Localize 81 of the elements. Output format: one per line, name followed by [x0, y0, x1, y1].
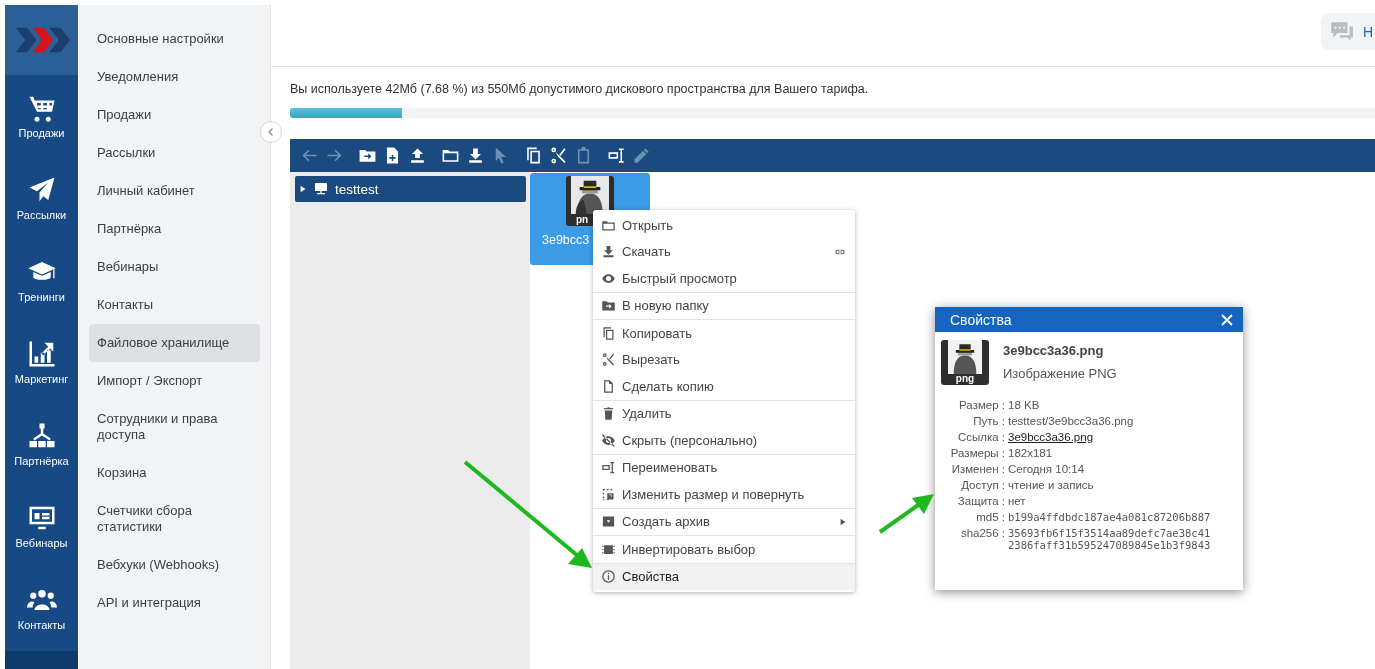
- download-icon: [601, 244, 616, 260]
- file-type: Изображение PNG: [1003, 366, 1117, 381]
- settings-menu-item[interactable]: Импорт / Экспорт: [89, 362, 260, 400]
- property-value: 35693fb6f15f3514aa89defc7ae38c412386faff31b595247089845e1b3f9843: [1008, 527, 1211, 551]
- upload-icon[interactable]: [408, 146, 427, 165]
- context-menu-item[interactable]: Быстрый просмотр: [593, 265, 855, 292]
- settings-menu-item[interactable]: Продажи: [89, 96, 260, 134]
- rail-item[interactable]: Рассылки: [5, 157, 78, 239]
- context-menu-item[interactable]: Изменить размер и повернуть: [593, 481, 855, 508]
- context-menu-item[interactable]: Копировать: [593, 320, 855, 347]
- file-name: 3e9bcc3: [542, 233, 590, 247]
- rail-item[interactable]: Партнёрка: [5, 403, 78, 485]
- rail-item[interactable]: Контакты: [5, 567, 78, 649]
- info-icon: [601, 569, 616, 585]
- context-menu-item[interactable]: Инвертировать выбор: [593, 536, 855, 563]
- document-icon: [601, 378, 616, 394]
- settings-menu-item[interactable]: Вебинары: [89, 248, 260, 286]
- context-menu-item[interactable]: Скрыть (персонально): [593, 427, 855, 454]
- rename-icon: [601, 460, 616, 476]
- download-icon[interactable]: [466, 146, 485, 165]
- context-menu-item[interactable]: Сделать копию: [593, 373, 855, 400]
- settings-menu-item[interactable]: Вебхуки (Webhooks): [89, 546, 260, 584]
- close-icon[interactable]: [1221, 313, 1233, 326]
- property-label: Защита :: [956, 495, 1005, 507]
- rail-item[interactable]: Продажи: [5, 75, 78, 157]
- file-name: 3e9bcc3a36.png: [1003, 343, 1105, 358]
- settings-menu-item[interactable]: Партнёрка: [89, 210, 260, 248]
- context-menu-item[interactable]: Создать архив: [593, 508, 855, 535]
- rail-item[interactable]: Вебинары: [5, 485, 78, 567]
- property-label: Путь :: [972, 415, 1005, 427]
- archive-icon: [601, 514, 616, 530]
- file-link[interactable]: 3e9bcc3a36.png: [1008, 431, 1243, 443]
- scissors-icon[interactable]: [549, 146, 568, 165]
- help-button[interactable]: Н: [1321, 13, 1375, 50]
- settings-menu-item[interactable]: Личный кабинет: [89, 172, 260, 210]
- settings-menu-item[interactable]: Сотрудники и права доступа: [89, 400, 260, 454]
- rail-item[interactable]: Тренинги: [5, 239, 78, 321]
- context-menu-item[interactable]: Удалить: [593, 400, 855, 427]
- property-label: sha256 :: [959, 527, 1005, 539]
- settings-menu-item[interactable]: Уведомления: [89, 58, 260, 96]
- dialog-title: Свойства: [950, 311, 1012, 328]
- resize-icon: [601, 486, 616, 502]
- settings-menu-item[interactable]: Корзина: [89, 454, 260, 492]
- context-menu-item[interactable]: Вырезать: [593, 346, 855, 373]
- expand-caret-icon[interactable]: [299, 184, 307, 194]
- settings-menu-item[interactable]: Счетчики сбора статистики: [89, 492, 260, 546]
- property-value: 18 KB: [1008, 399, 1041, 411]
- settings-menu-item[interactable]: Контакты: [89, 286, 260, 324]
- folder-arrow-icon: [601, 298, 616, 314]
- tree-item[interactable]: testtest: [295, 176, 526, 202]
- property-value: нет: [1008, 495, 1027, 507]
- property-label: md5 :: [975, 511, 1005, 523]
- property-label: Изменен :: [950, 463, 1005, 475]
- rename-icon[interactable]: [607, 146, 626, 165]
- context-menu-item[interactable]: В новую папку: [593, 292, 855, 319]
- settings-menu-item[interactable]: Рассылки: [89, 134, 260, 172]
- arrow: [878, 494, 934, 534]
- property-value: чтение и запись: [1008, 479, 1095, 491]
- trash-icon: [601, 406, 616, 422]
- property-value: 182x181: [1008, 447, 1054, 459]
- settings-menu-item[interactable]: API и интеграция: [89, 584, 260, 622]
- computer-icon: [313, 181, 329, 197]
- eye-off-icon: [601, 432, 616, 448]
- property-label: Доступ :: [960, 479, 1005, 491]
- context-menu-item[interactable]: Переименовать: [593, 454, 855, 481]
- property-value: testtest/3e9bcc3a36.png: [1008, 415, 1135, 427]
- storage-note: Вы используете 42Мб (7.68 %) из 550Мб допустимого дискового пространства для Вашего тарифа.: [290, 82, 870, 96]
- property-label: Размер :: [958, 399, 1005, 411]
- property-value: Сегодня 10:14: [1008, 463, 1086, 475]
- copy-icon: [601, 325, 616, 341]
- file-extension: png: [955, 374, 975, 385]
- property-label: Ссылка :: [956, 431, 1005, 443]
- settings-menu-item[interactable]: Файловое хранилище: [89, 324, 260, 362]
- settings-menu-item[interactable]: Основные настройки: [89, 20, 260, 58]
- context-menu-item[interactable]: Свойства: [593, 563, 855, 590]
- scissors-icon: [601, 352, 616, 368]
- property-value: b199a4ffdbdc187ae4a081c87206b887: [1008, 511, 1211, 523]
- property-label: Размеры :: [949, 447, 1005, 459]
- file-extension: pn: [575, 214, 589, 226]
- copy-icon[interactable]: [524, 146, 543, 165]
- rail-item[interactable]: Маркетинг: [5, 321, 78, 403]
